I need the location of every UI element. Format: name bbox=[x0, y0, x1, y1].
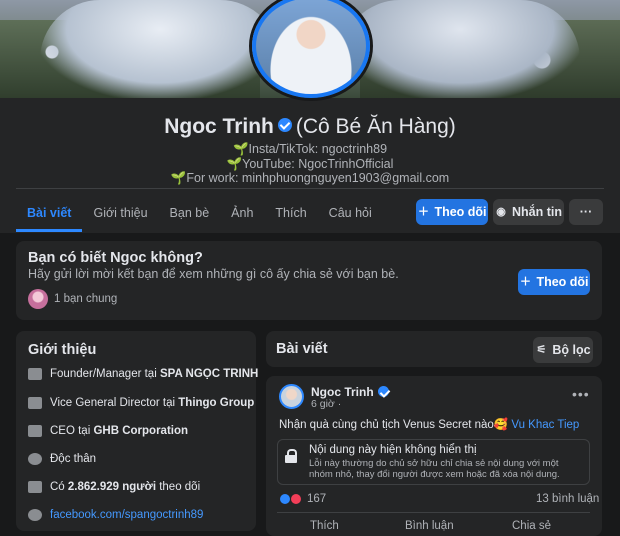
reaction-count: 167 bbox=[307, 493, 327, 505]
briefcase-icon bbox=[28, 397, 42, 409]
intro-text: Độc thân bbox=[50, 453, 97, 465]
like-action[interactable]: Thích bbox=[310, 520, 339, 532]
love-reaction-icon bbox=[290, 493, 302, 505]
filter-label: Bộ lọc bbox=[552, 343, 591, 357]
cover-dress-left bbox=[40, 0, 280, 98]
mutual-friends-label: 1 bạn chung bbox=[54, 293, 118, 305]
share-action[interactable]: Chia sẻ bbox=[512, 520, 551, 532]
tab-questions[interactable]: Câu hỏi bbox=[318, 196, 383, 232]
globe-icon bbox=[28, 509, 42, 521]
intro-item: CEO tại GHB Corporation bbox=[28, 425, 188, 437]
follow-button[interactable]: ＋ Theo dõi bbox=[416, 199, 488, 225]
intro-title: Giới thiệu bbox=[28, 342, 97, 358]
know-subtitle: Hãy gửi lời mời kết bạn để xem những gì … bbox=[28, 267, 399, 281]
intro-text: Founder/Manager tại SPA NGỌC TRINH bbox=[50, 368, 259, 380]
intro-text: CEO tại GHB Corporation bbox=[50, 425, 189, 437]
post-author[interactable]: Ngoc Trinh bbox=[311, 385, 393, 399]
profile-name-row: Ngoc Trinh (Cô Bé Ăn Hàng) bbox=[0, 115, 620, 139]
comment-action[interactable]: Bình luận bbox=[405, 520, 454, 532]
post-time[interactable]: 6 giờ · bbox=[311, 398, 341, 410]
message-button[interactable]: ◉ Nhắn tin bbox=[493, 199, 564, 225]
post-action-divider bbox=[277, 512, 590, 513]
post-author-avatar[interactable] bbox=[279, 384, 304, 409]
bio-line: 🌱Insta/TikTok: ngoctrinh89 bbox=[232, 142, 388, 156]
tab-about[interactable]: Giới thiệu bbox=[82, 196, 158, 232]
profile-tabs: Bài viết Giới thiệu Bạn bè Ảnh Thích Câu… bbox=[16, 196, 383, 232]
filter-button[interactable]: ⚟ Bộ lọc bbox=[533, 337, 593, 363]
verified-icon bbox=[277, 118, 292, 133]
comment-count[interactable]: 13 bình luận bbox=[536, 493, 599, 505]
intro-link[interactable]: facebook.com/spangoctrinh89 bbox=[50, 509, 203, 521]
rss-icon bbox=[28, 481, 42, 493]
post-more-icon[interactable]: ••• bbox=[572, 386, 590, 402]
profile-alias: (Cô Bé Ăn Hàng) bbox=[295, 115, 456, 138]
intro-text: Có 2.862.929 người theo dõi bbox=[50, 481, 201, 493]
more-icon: ··· bbox=[579, 205, 593, 219]
hidden-content-subtitle: Lỗi này thường do chủ sở hữu chỉ chia sẻ… bbox=[309, 458, 560, 480]
tab-photos[interactable]: Ảnh bbox=[220, 196, 264, 232]
tab-likes[interactable]: Thích bbox=[264, 196, 317, 232]
know-title: Bạn có biết Ngoc không? bbox=[28, 250, 203, 266]
mutual-friends[interactable]: 1 bạn chung bbox=[28, 289, 117, 309]
know-follow-button[interactable]: ＋ Theo dõi bbox=[518, 269, 590, 295]
header-divider bbox=[16, 188, 604, 189]
more-button[interactable]: ··· bbox=[569, 199, 603, 225]
cover-dress-right bbox=[340, 0, 580, 98]
intro-text: Vice General Director tại Thingo Group bbox=[50, 397, 255, 409]
profile-name: Ngoc Trinh bbox=[164, 115, 274, 138]
bio-line: 🌱YouTube: NgocTrinhOfficial bbox=[226, 156, 394, 171]
intro-item: Vice General Director tại Thingo Group bbox=[28, 397, 254, 409]
heart-icon bbox=[28, 453, 42, 465]
intro-item: Founder/Manager tại SPA NGỌC TRINH bbox=[28, 368, 258, 380]
message-label: Nhắn tin bbox=[512, 205, 562, 219]
post-text: Nhận quà cùng chủ tịch Venus Secret nào🥰… bbox=[279, 419, 580, 431]
bio-line: 🌱For work: minhphuongnguyen1903@gmail.co… bbox=[170, 171, 450, 185]
mutual-friend-avatar bbox=[28, 289, 48, 309]
tab-posts[interactable]: Bài viết bbox=[16, 196, 83, 232]
intro-item: Có 2.862.929 người theo dõi bbox=[28, 481, 200, 493]
follow-icon: ＋ bbox=[417, 206, 429, 218]
verified-icon bbox=[377, 386, 389, 398]
tab-friends[interactable]: Bạn bè bbox=[159, 196, 221, 232]
posts-title: Bài viết bbox=[276, 341, 328, 357]
messenger-icon: ◉ bbox=[496, 206, 506, 218]
lock-icon bbox=[285, 449, 297, 463]
hidden-content-title: Nội dung này hiện không hiển thị bbox=[309, 444, 477, 456]
reactions[interactable]: 167 bbox=[279, 493, 326, 505]
post-tag[interactable]: Vu Khac Tiep bbox=[511, 419, 579, 431]
briefcase-icon bbox=[28, 368, 42, 380]
intro-link-item[interactable]: facebook.com/spangoctrinh89 bbox=[28, 509, 203, 521]
follow-icon: ＋ bbox=[519, 276, 531, 288]
follow-label: Theo dõi bbox=[434, 205, 487, 219]
briefcase-icon bbox=[28, 425, 42, 437]
know-follow-label: Theo dõi bbox=[536, 275, 589, 289]
filter-icon: ⚟ bbox=[536, 344, 547, 356]
profile-bio: 🌱Insta/TikTok: ngoctrinh89 🌱YouTube: Ngo… bbox=[0, 142, 620, 186]
intro-item: Độc thân bbox=[28, 453, 96, 465]
